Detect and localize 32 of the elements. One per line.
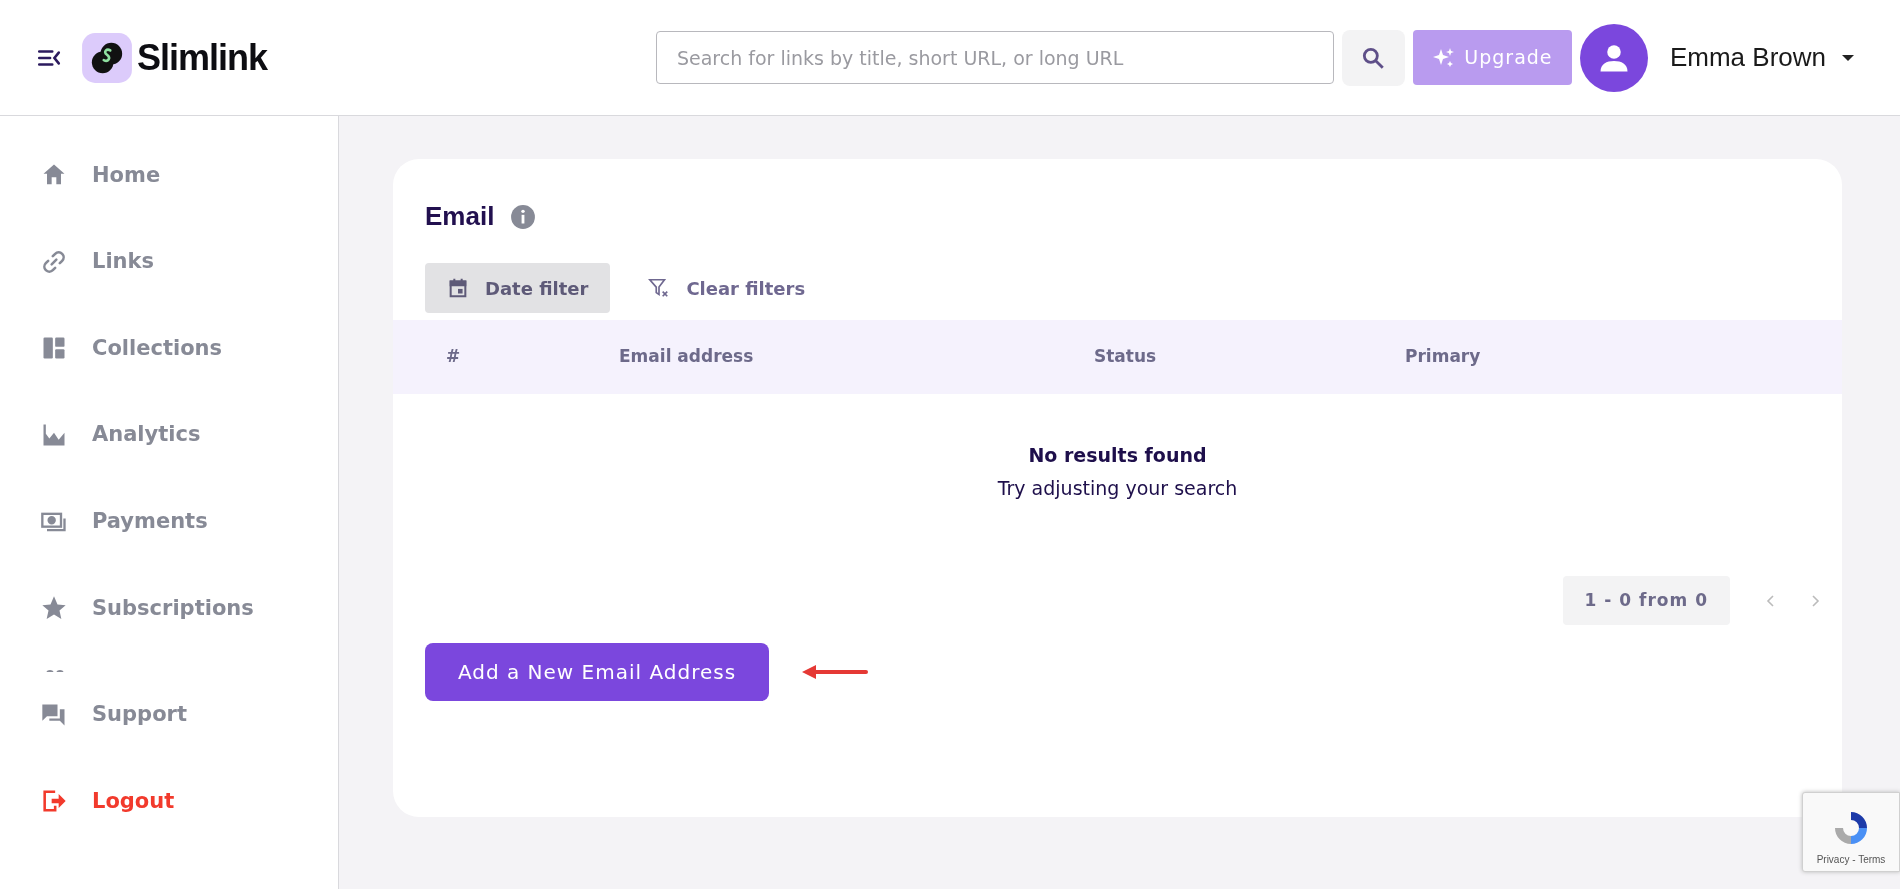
column-header: Status [1094,345,1157,369]
date-filter-button[interactable]: Date filter [425,263,611,313]
nav-link[interactable]: Home [0,132,338,219]
logout-link[interactable]: Logout [0,758,338,845]
nav-link[interactable]: Collections [0,305,338,392]
filter-clear-icon [648,277,671,299]
column-header: Email address [619,345,754,369]
logo-text: Slimlink [137,35,268,80]
caret-icon [1842,54,1854,61]
nav-link[interactable]: Analytics [0,391,338,479]
chevron-left-icon [1766,595,1775,607]
add-email-button[interactable]: Add a New Email Address [425,643,769,701]
search-field[interactable]: Search for links by title, short URL, or long URL [655,31,1334,84]
empty-state-title: No results found [1028,443,1207,468]
nav-link[interactable]: Links [0,218,338,306]
logo-icon [81,31,133,84]
column-header: # [446,345,461,369]
upgrade-button[interactable]: Upgrade [1412,30,1572,85]
chevron-right-icon [1811,595,1820,607]
nav-link[interactable]: Payments [0,478,338,565]
calendar-icon [447,277,469,299]
empty-state-message: Try adjusting your search [997,475,1238,501]
user-menu[interactable]: Emma Brown [1663,37,1860,78]
column-header: Primary [1405,345,1481,369]
pagination-range: 1 - 0 from 0 [1562,576,1730,625]
search-button[interactable] [1341,29,1405,86]
nav-link[interactable]: Support [0,671,338,759]
recaptcha-links[interactable]: Privacy - Terms [1816,852,1886,867]
nav-link[interactable]: Subscriptions [0,564,338,652]
clear-filters-button[interactable]: Clear filters [626,263,828,313]
info-icon [510,203,537,230]
page-title: Email [425,200,495,233]
